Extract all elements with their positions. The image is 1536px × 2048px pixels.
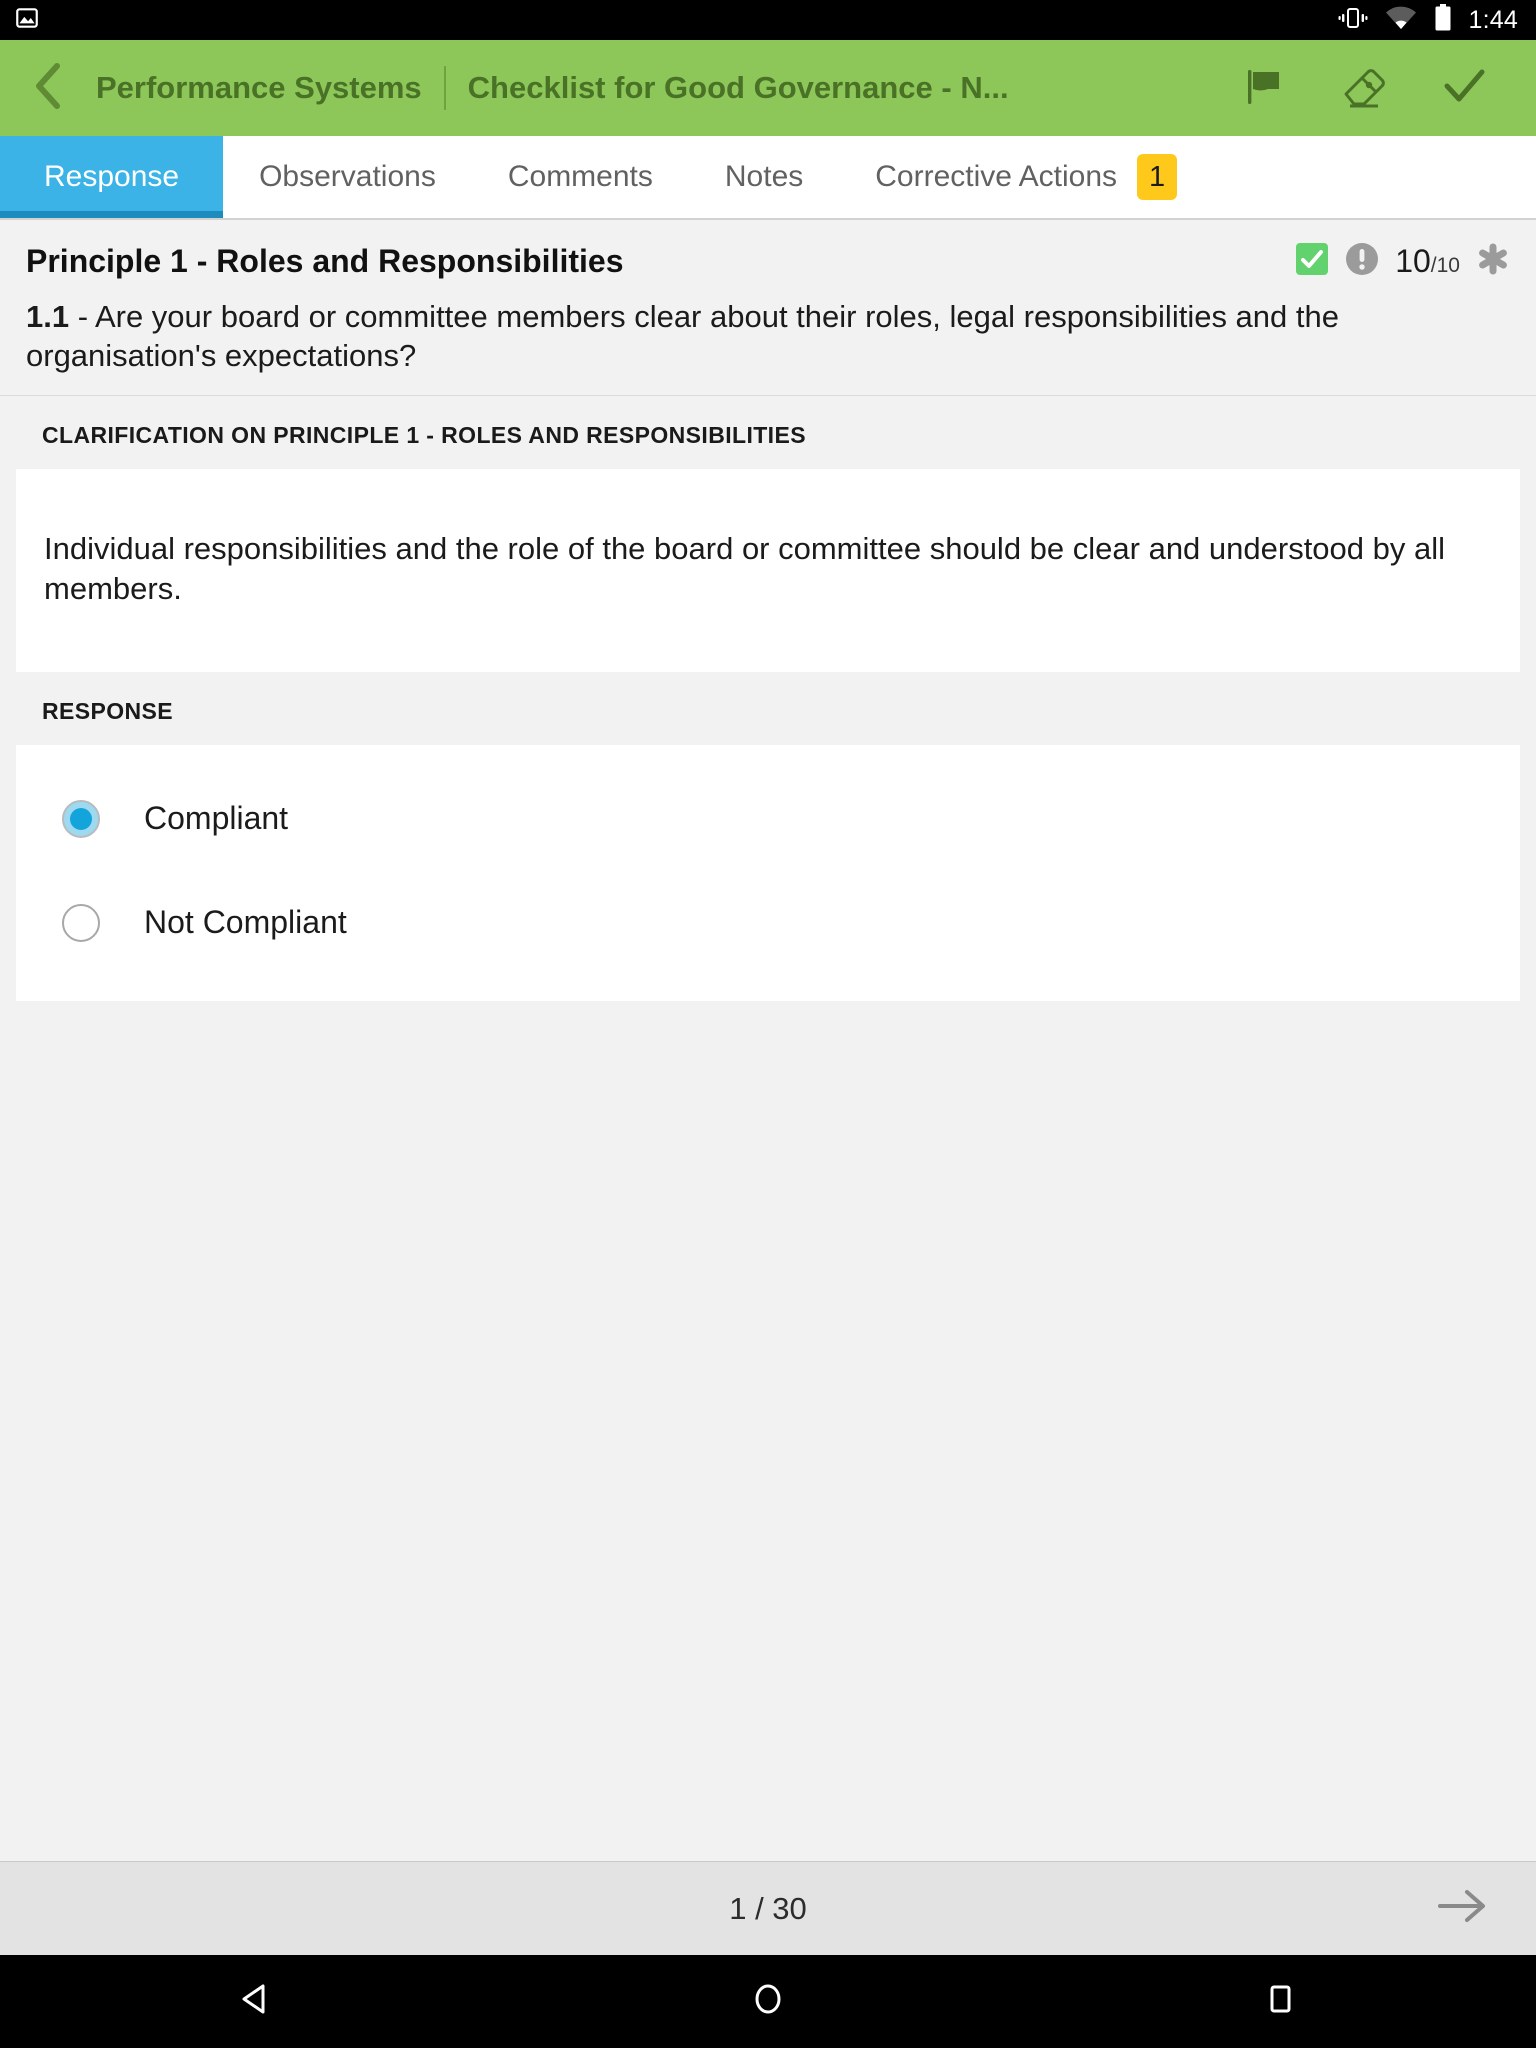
clarification-text: Individual responsibilities and the role… xyxy=(44,531,1446,607)
vibrate-icon xyxy=(1338,5,1368,36)
question-body: - Are your board or committee members cl… xyxy=(26,299,1339,374)
header-action-group xyxy=(1214,40,1514,136)
image-icon xyxy=(14,5,40,36)
tab-bar: Response Observations Comments Notes Cor… xyxy=(0,136,1536,220)
check-icon xyxy=(1438,60,1490,117)
radio-unselected-icon[interactable] xyxy=(62,903,100,942)
nav-recents-button[interactable] xyxy=(1024,1955,1536,2048)
principle-row: Principle 1 - Roles and Responsibilities xyxy=(26,242,1510,281)
principle-score: 10/10 xyxy=(1395,243,1460,280)
nav-back-button[interactable] xyxy=(0,1955,512,2048)
header-breadcrumb: Performance Systems Checklist for Good G… xyxy=(96,66,1214,110)
principle-title: Principle 1 - Roles and Responsibilities xyxy=(26,243,624,279)
flag-icon xyxy=(1240,62,1288,115)
response-option-compliant[interactable]: Compliant xyxy=(16,767,1520,871)
pager-position: 1 / 30 xyxy=(729,1890,807,1926)
tab-label: Comments xyxy=(507,160,653,193)
exclamation-circle-icon[interactable] xyxy=(1345,242,1379,281)
android-nav-bar xyxy=(0,1955,1536,2048)
eraser-icon xyxy=(1338,60,1390,117)
tab-label: Response xyxy=(44,160,180,193)
tab-corrective-actions[interactable]: Corrective Actions 1 xyxy=(839,136,1213,218)
next-question-button[interactable] xyxy=(1418,1862,1508,1955)
response-option-label: Compliant xyxy=(144,800,289,837)
asterisk-icon[interactable] xyxy=(1476,242,1510,281)
score-denominator: /10 xyxy=(1430,254,1460,277)
tab-label: Corrective Actions xyxy=(875,160,1118,193)
status-bar-notifications xyxy=(14,5,40,36)
response-section-label: RESPONSE xyxy=(42,697,174,724)
nav-back-triangle-icon xyxy=(236,1979,276,2024)
header-document-title: Checklist for Good Governance - N... xyxy=(467,70,1009,105)
battery-icon xyxy=(1434,4,1452,36)
wifi-icon xyxy=(1385,5,1417,35)
complete-button[interactable] xyxy=(1414,40,1514,136)
tab-comments[interactable]: Comments xyxy=(472,136,689,218)
flag-button[interactable] xyxy=(1214,40,1314,136)
response-option-not-compliant[interactable]: Not Compliant xyxy=(16,871,1520,975)
principle-score-group: 10/10 xyxy=(1295,242,1510,281)
clarification-card: Individual responsibilities and the role… xyxy=(16,469,1520,672)
nav-recents-square-icon xyxy=(1260,1979,1300,2024)
arrow-right-icon xyxy=(1436,1886,1490,1931)
app-header: Performance Systems Checklist for Good G… xyxy=(0,40,1536,136)
status-bar-clock: 1:44 xyxy=(1468,5,1518,34)
clarification-section-label: CLARIFICATION ON PRINCIPLE 1 - ROLES AND… xyxy=(42,422,806,449)
back-button[interactable] xyxy=(0,40,96,136)
question-text: 1.1 - Are your board or committee member… xyxy=(26,297,1510,375)
radio-selected-icon[interactable] xyxy=(62,799,100,838)
eraser-button[interactable] xyxy=(1314,40,1414,136)
response-card: Compliant Not Compliant xyxy=(16,744,1520,1001)
question-content-area: Principle 1 - Roles and Responsibilities xyxy=(0,220,1536,1913)
checkbox-checked-icon xyxy=(1295,242,1329,281)
question-number: 1.1 xyxy=(26,299,70,334)
status-bar-system-icons: 1:44 xyxy=(1338,4,1518,36)
chevron-left-icon xyxy=(31,61,65,116)
header-app-title: Performance Systems xyxy=(96,70,422,105)
nav-home-circle-icon xyxy=(748,1979,788,2024)
response-option-label: Not Compliant xyxy=(144,904,347,941)
tab-response[interactable]: Response xyxy=(0,136,224,218)
tab-observations[interactable]: Observations xyxy=(223,136,472,218)
tab-label: Observations xyxy=(259,160,436,193)
tab-label: Notes xyxy=(724,160,804,193)
android-status-bar: 1:44 xyxy=(0,0,1536,40)
nav-home-button[interactable] xyxy=(512,1955,1024,2048)
pager-bar: 1 / 30 xyxy=(0,1861,1536,1955)
corrective-actions-badge: 1 xyxy=(1137,154,1178,200)
tab-notes[interactable]: Notes xyxy=(689,136,839,218)
score-value: 10 xyxy=(1395,243,1431,279)
question-header-block: Principle 1 - Roles and Responsibilities xyxy=(0,220,1536,397)
